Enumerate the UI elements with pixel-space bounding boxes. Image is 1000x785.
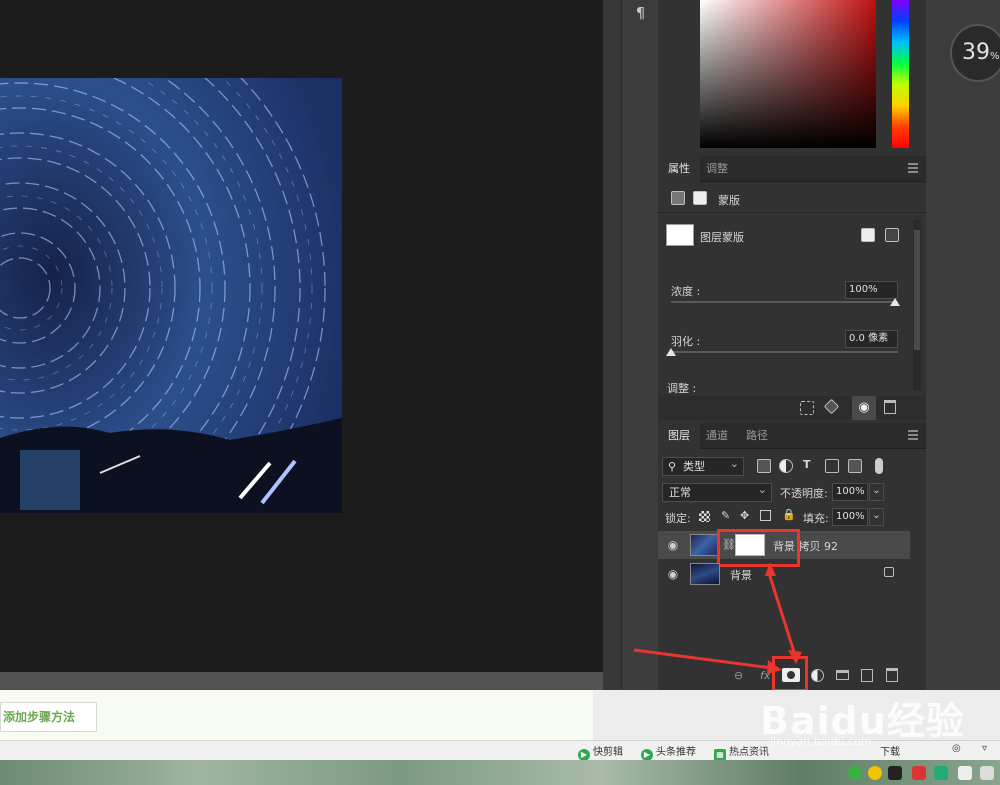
load-selection-icon[interactable] [800, 401, 814, 415]
tray-qq-icon[interactable] [888, 766, 902, 780]
trash-icon[interactable] [886, 668, 898, 682]
layer-filter-dropdown[interactable]: ⚲ 类型 [662, 455, 744, 476]
tab-properties[interactable]: 属性 [658, 156, 700, 182]
feather-label: 羽化 : [671, 335, 701, 348]
layer-mask-label: 图层蒙版 [700, 231, 744, 244]
fill-input[interactable]: 100% [832, 508, 868, 526]
opacity-label: 不透明度: [780, 487, 828, 500]
pixel-mask-icon[interactable] [671, 191, 685, 205]
properties-scrollbar[interactable] [913, 220, 921, 390]
canvas-status-bar [0, 672, 605, 690]
lock-label: 锁定: [665, 512, 691, 525]
panel-menu-icon[interactable] [908, 163, 918, 173]
fill-dropdown-icon[interactable]: ⌄ [869, 508, 884, 526]
tray-network-icon[interactable] [958, 766, 972, 780]
density-slider-track[interactable] [671, 301, 898, 303]
fill-label: 填充: [803, 512, 829, 525]
search-icon: ⚲ [668, 460, 677, 473]
status-item-headline[interactable]: ▶ 头条推荐 [641, 743, 696, 761]
properties-footer: ◉ [658, 396, 926, 420]
filter-adjustment-icon[interactable] [779, 459, 793, 473]
lock-position-icon[interactable]: ✥ [740, 509, 749, 522]
zoom-percent-badge: 39% [950, 24, 1000, 82]
apply-mask-icon[interactable] [823, 398, 840, 415]
lock-all-icon[interactable]: 🔒 [782, 508, 796, 521]
shield-icon[interactable]: ▿ [982, 743, 987, 754]
tray-volume-icon[interactable] [980, 766, 994, 780]
tab-layers[interactable]: 图层 [658, 423, 700, 449]
properties-tabbar: 属性 调整 [658, 156, 926, 182]
status-item-quick-edit[interactable]: ▶ 快剪辑 [578, 743, 623, 761]
feather-slider-track[interactable] [671, 351, 898, 353]
blend-mode-dropdown[interactable]: 正常 [662, 481, 772, 502]
tab-channels[interactable]: 通道 [696, 423, 738, 449]
lock-icon [884, 567, 894, 577]
status-item-download[interactable]: 下载 [880, 743, 900, 758]
baidu-watermark-url: jingyan.baidu.com [770, 735, 872, 748]
density-slider-knob[interactable] [890, 298, 900, 306]
canvas-scroll-gutter [603, 0, 621, 690]
eye-icon[interactable]: ◉ [852, 396, 876, 420]
star-trail-image[interactable] [0, 78, 342, 513]
tab-adjustments[interactable]: 调整 [696, 156, 738, 182]
select-mask-icon[interactable] [861, 228, 875, 242]
mask-section-label: 蒙版 [718, 194, 740, 207]
layers-menu-icon[interactable] [908, 430, 918, 440]
opacity-input[interactable]: 100% [832, 483, 868, 501]
divider [658, 212, 926, 213]
status-item-hot-news[interactable]: ▦ 热点资讯 [714, 743, 769, 761]
filter-toggle-icon[interactable] [875, 458, 883, 474]
lock-transparent-icon[interactable] [699, 511, 710, 522]
paragraph-icon[interactable]: ¶ [622, 4, 659, 24]
layer-thumbnail [690, 534, 718, 556]
new-layer-icon[interactable] [861, 669, 873, 682]
vector-mask-icon[interactable] [693, 191, 707, 205]
filter-type-icon[interactable]: T [803, 458, 811, 471]
filter-pixel-icon[interactable] [757, 459, 771, 473]
lock-artboard-icon[interactable] [760, 510, 771, 521]
filter-shape-icon[interactable] [825, 459, 839, 473]
trash-icon[interactable] [884, 400, 896, 414]
density-input[interactable]: 100% [845, 281, 898, 299]
hue-slider[interactable] [892, 0, 909, 148]
opacity-dropdown-icon[interactable]: ⌄ [869, 483, 884, 501]
layers-tabbar: 图层 通道 路径 [658, 423, 926, 449]
red-arrows [633, 562, 802, 674]
lock-pixels-icon[interactable]: ✎ [721, 509, 730, 522]
eye-icon[interactable]: ◉ [666, 538, 680, 552]
taskbar [0, 760, 1000, 785]
far-right-panel [926, 0, 1000, 690]
filter-smart-object-icon[interactable] [848, 459, 862, 473]
add-vector-mask-icon[interactable] [885, 228, 899, 242]
adjust-label: 调整 : [667, 382, 697, 395]
new-group-icon[interactable] [836, 670, 849, 680]
tray-app-icon[interactable] [934, 766, 948, 780]
tab-paths[interactable]: 路径 [736, 423, 778, 449]
add-steps-button[interactable]: 添加步骤方法 [0, 702, 97, 732]
tray-app-icon[interactable] [912, 766, 926, 780]
tray-app-icon[interactable] [848, 766, 862, 780]
layer-mask-thumbnail [666, 224, 694, 246]
feather-slider-knob[interactable] [666, 348, 676, 356]
color-saturation-field[interactable] [700, 0, 876, 148]
feather-input[interactable]: 0.0 像素 [845, 330, 898, 348]
tray-app-icon[interactable] [868, 766, 882, 780]
density-label: 浓度 : [671, 285, 701, 298]
